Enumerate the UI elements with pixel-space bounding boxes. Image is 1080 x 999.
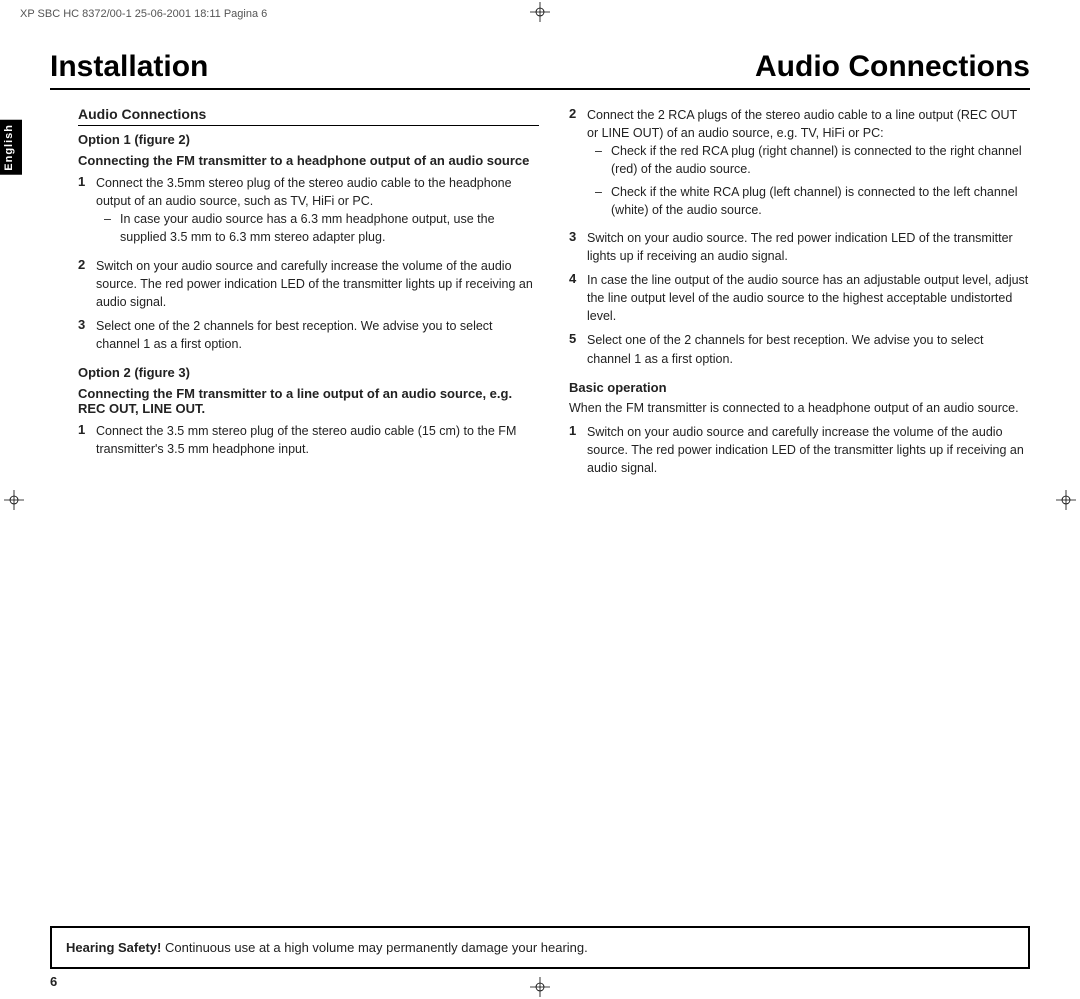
- item-num: 1: [78, 174, 90, 251]
- crosshair-top: [530, 2, 550, 22]
- crosshair-right: [1056, 490, 1076, 510]
- bullet-content: In case your audio source has a 6.3 mm h…: [120, 210, 539, 246]
- list-item: 1 Connect the 3.5 mm stereo plug of the …: [78, 422, 539, 458]
- page-number: 6: [50, 974, 57, 989]
- list-item: 1 Connect the 3.5mm stereo plug of the s…: [78, 174, 539, 251]
- item-text: Switch on your audio source and carefull…: [96, 259, 533, 309]
- item-text: Connect the 2 RCA plugs of the stereo au…: [587, 108, 1017, 140]
- safety-bold-text: Hearing Safety!: [66, 940, 161, 955]
- bullet-dash: –: [595, 183, 605, 219]
- item-content: In case the line output of the audio sou…: [587, 271, 1030, 325]
- main-content: Installation Audio Connections Audio Con…: [50, 50, 1030, 949]
- item-num: 1: [78, 422, 90, 458]
- item-text: Select one of the 2 channels for best re…: [587, 333, 984, 365]
- page-titles: Installation Audio Connections: [50, 50, 1030, 90]
- bullet-dash: –: [104, 210, 114, 246]
- crosshair-bottom: [530, 977, 550, 997]
- list-item: 1 Switch on your audio source and carefu…: [569, 423, 1030, 477]
- bullet-item: – In case your audio source has a 6.3 mm…: [96, 210, 539, 246]
- safety-box: Hearing Safety! Continuous use at a high…: [50, 926, 1030, 970]
- columns: Audio Connections Option 1 (figure 2) Co…: [78, 106, 1030, 483]
- title-audio-connections: Audio Connections: [755, 50, 1030, 84]
- english-tab-label: English: [3, 124, 15, 171]
- basic-op-intro: When the FM transmitter is connected to …: [569, 399, 1030, 417]
- bullet-dash: –: [595, 142, 605, 178]
- item-num: 2: [78, 257, 90, 311]
- section-heading: Audio Connections: [78, 106, 539, 126]
- item-text: Connect the 3.5 mm stereo plug of the st…: [96, 424, 516, 456]
- item-num: 4: [569, 271, 581, 325]
- list-item: 5 Select one of the 2 channels for best …: [569, 331, 1030, 367]
- page-container: XP SBC HC 8372/00-1 25-06-2001 18:11 Pag…: [0, 0, 1080, 999]
- item-num: 1: [569, 423, 581, 477]
- list-item: 2 Connect the 2 RCA plugs of the stereo …: [569, 106, 1030, 223]
- item-content: Select one of the 2 channels for best re…: [96, 317, 539, 353]
- item-num: 2: [569, 106, 581, 223]
- item-text: In case the line output of the audio sou…: [587, 273, 1028, 323]
- rec-out-text: REC OUT, LINE OUT.: [78, 401, 205, 416]
- item-num: 3: [78, 317, 90, 353]
- bullet-content: Check if the red RCA plug (right channel…: [611, 142, 1030, 178]
- doc-header-text: XP SBC HC 8372/00-1 25-06-2001 18:11 Pag…: [20, 8, 267, 20]
- bullet-item: – Check if the red RCA plug (right chann…: [587, 142, 1030, 178]
- title-installation: Installation: [50, 50, 208, 84]
- connecting-heading: Connecting the FM transmitter to a headp…: [78, 153, 539, 168]
- item-text: Connect the 3.5mm stereo plug of the ste…: [96, 176, 512, 208]
- item-content: Connect the 2 RCA plugs of the stereo au…: [587, 106, 1030, 223]
- item-num: 5: [569, 331, 581, 367]
- crosshair-left: [4, 490, 24, 510]
- connecting2-heading-text: Connecting the FM transmitter to a line …: [78, 386, 512, 416]
- list-item: 3 Switch on your audio source. The red p…: [569, 229, 1030, 265]
- bullet-item: – Check if the white RCA plug (left chan…: [587, 183, 1030, 219]
- bullet-content: Check if the white RCA plug (left channe…: [611, 183, 1030, 219]
- item-text: Select one of the 2 channels for best re…: [96, 319, 493, 351]
- option2-section: Option 2 (figure 3) Connecting the FM tr…: [78, 365, 539, 458]
- list-item: 2 Switch on your audio source and carefu…: [78, 257, 539, 311]
- connecting-heading-text: Connecting the FM transmitter to a headp…: [78, 153, 529, 168]
- option2-heading: Option 2 (figure 3): [78, 365, 539, 380]
- col-left: Audio Connections Option 1 (figure 2) Co…: [78, 106, 539, 483]
- item-text: Switch on your audio source. The red pow…: [587, 231, 1013, 263]
- english-tab: English: [0, 120, 22, 175]
- item-content: Switch on your audio source. The red pow…: [587, 229, 1030, 265]
- item-content: Connect the 3.5 mm stereo plug of the st…: [96, 422, 539, 458]
- item-content: Switch on your audio source and carefull…: [96, 257, 539, 311]
- basic-op-heading: Basic operation: [569, 380, 1030, 395]
- item-content: Select one of the 2 channels for best re…: [587, 331, 1030, 367]
- list-item: 4 In case the line output of the audio s…: [569, 271, 1030, 325]
- item-content: Connect the 3.5mm stereo plug of the ste…: [96, 174, 539, 251]
- list-item: 3 Select one of the 2 channels for best …: [78, 317, 539, 353]
- item-content: Switch on your audio source and carefull…: [587, 423, 1030, 477]
- item-text: Switch on your audio source and carefull…: [587, 425, 1024, 475]
- safety-text: Continuous use at a high volume may perm…: [161, 940, 587, 955]
- item-num: 3: [569, 229, 581, 265]
- col-right: 2 Connect the 2 RCA plugs of the stereo …: [569, 106, 1030, 483]
- option1-heading: Option 1 (figure 2): [78, 132, 539, 147]
- connecting2-heading: Connecting the FM transmitter to a line …: [78, 386, 539, 416]
- doc-header: XP SBC HC 8372/00-1 25-06-2001 18:11 Pag…: [20, 8, 267, 20]
